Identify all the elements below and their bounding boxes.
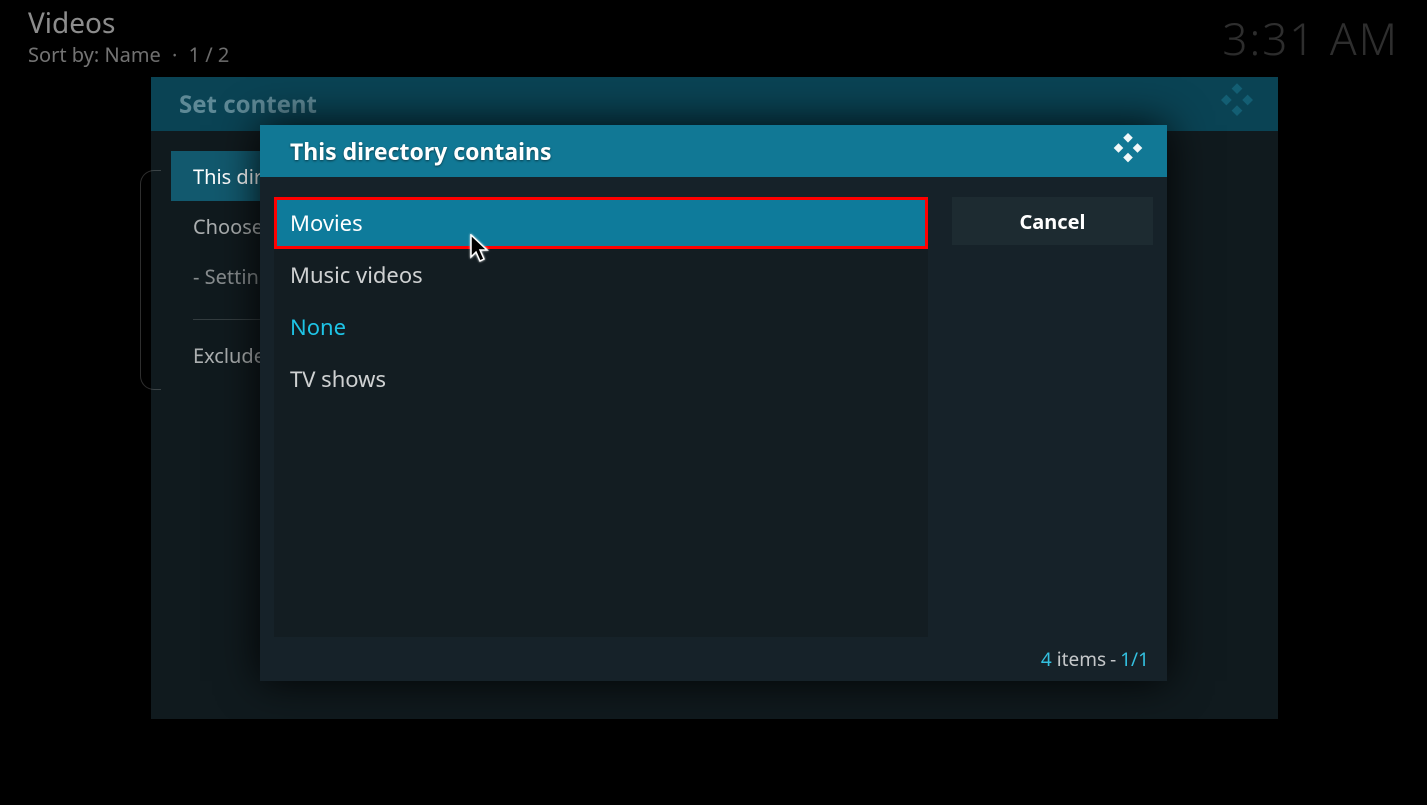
- option-music-videos[interactable]: Music videos: [274, 249, 928, 301]
- dialog-footer: 4 items - 1/1: [260, 637, 1167, 681]
- top-bar: Videos Sort by: Name · 1 / 2 3:31 AM: [28, 8, 1399, 68]
- footer-items-word: items: [1057, 646, 1106, 672]
- dialog-cancel-button[interactable]: Cancel: [952, 197, 1153, 245]
- option-label: Music videos: [290, 260, 423, 290]
- dialog-body: Movies Music videos None TV shows Cancel: [260, 177, 1167, 637]
- dialog-title: This directory contains: [290, 135, 552, 167]
- kodi-logo-icon: [1218, 81, 1256, 127]
- option-label: Movies: [290, 208, 363, 238]
- dialog-header: This directory contains: [260, 125, 1167, 177]
- clock: 3:31 AM: [1222, 8, 1399, 68]
- sort-line[interactable]: Sort by: Name · 1 / 2: [28, 41, 229, 68]
- options-list: Movies Music videos None TV shows: [274, 197, 928, 637]
- sort-sep: ·: [172, 41, 177, 68]
- option-none[interactable]: None: [274, 301, 928, 353]
- section-title: Videos: [28, 8, 229, 39]
- option-tv-shows[interactable]: TV shows: [274, 353, 928, 405]
- top-bar-right: 3:31 AM: [1222, 8, 1399, 68]
- directory-contains-dialog: This directory contains Movies Music vid…: [260, 125, 1167, 681]
- sort-value: Name: [104, 41, 160, 68]
- option-label: None: [290, 312, 346, 342]
- footer-count: 4: [1041, 646, 1052, 672]
- top-bar-left: Videos Sort by: Name · 1 / 2: [28, 8, 229, 68]
- dialog-side: Cancel: [928, 177, 1167, 637]
- sort-prefix: Sort by:: [28, 41, 99, 68]
- kodi-logo-icon: [1111, 131, 1145, 172]
- footer-dash: -: [1110, 646, 1116, 672]
- sort-page: 1 / 2: [189, 41, 230, 68]
- set-content-title: Set content: [179, 88, 317, 121]
- footer-page: 1/1: [1120, 646, 1149, 672]
- option-label: TV shows: [290, 364, 386, 394]
- set-content-header: Set content: [151, 77, 1278, 131]
- option-movies[interactable]: Movies: [274, 197, 928, 249]
- dialog-cancel-label: Cancel: [1019, 208, 1085, 235]
